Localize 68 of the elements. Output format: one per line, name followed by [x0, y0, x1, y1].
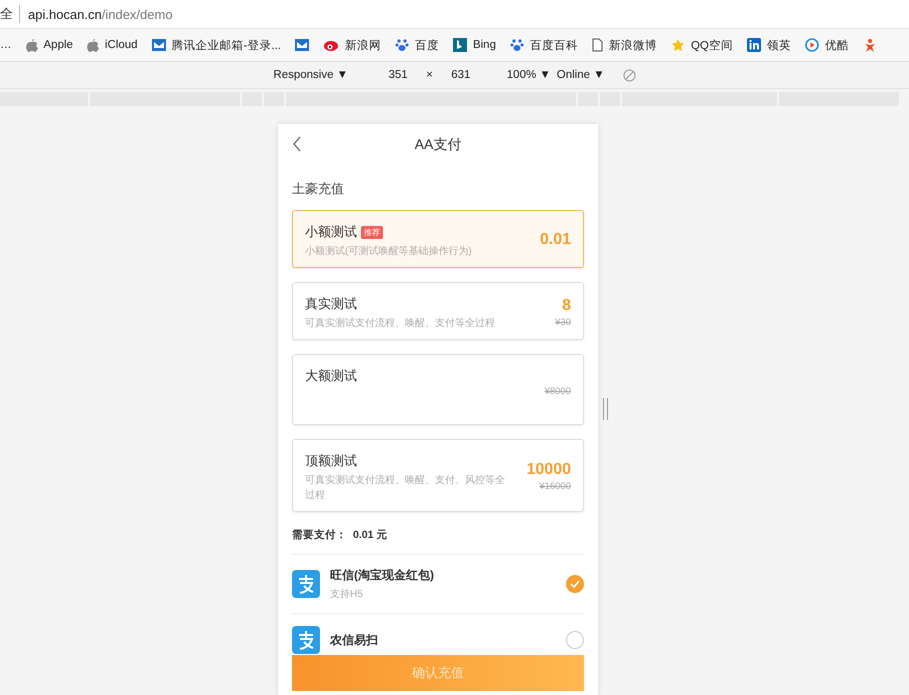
address-prefix: 全	[0, 5, 20, 23]
bookmark[interactable]: 腾讯企业邮箱-登录...	[152, 38, 281, 52]
payment-method-name: 旺信(淘宝现金红包)	[330, 567, 435, 584]
plan-description: 可真实测试支付流程、唤醒、支付等全过程	[305, 316, 495, 331]
plan-description: 可真实测试支付流程、唤醒、支付、风控等全过程	[305, 474, 506, 503]
original-price: ¥16000	[539, 481, 571, 492]
mail-icon	[152, 39, 166, 51]
radio-button[interactable]	[566, 575, 584, 593]
bookmark[interactable]	[862, 38, 877, 52]
bookmark[interactable]: 新浪微博	[592, 38, 657, 52]
plan-card[interactable]: 顶额测试 可真实测试支付流程、唤醒、支付、风控等全过程 10000 ¥16000	[292, 439, 584, 512]
plan-price: 8	[562, 296, 571, 314]
plan-name: 顶额测试	[305, 452, 357, 470]
plan-card[interactable]: 大额测试 ¥8000	[292, 354, 584, 425]
radio-button[interactable]	[566, 631, 584, 649]
document-icon	[592, 38, 603, 52]
payment-logo-icon	[292, 570, 320, 598]
bookmark[interactable]	[294, 39, 309, 51]
eye-icon	[322, 38, 339, 52]
recommend-badge: 推荐	[361, 226, 383, 238]
times-sign: ×	[426, 69, 433, 81]
payment-logo-icon	[292, 626, 320, 654]
total-amount: 0.01 元	[353, 528, 388, 542]
total-label: 需要支付：	[292, 528, 347, 542]
plan-price: 10000	[526, 461, 571, 479]
payment-method-name: 农信易扫	[330, 632, 379, 648]
bookmark[interactable]: iCloud	[86, 38, 138, 52]
plan-card[interactable]: 小额测试 推荐 小额测试(可测试唤醒等基础操作行为) 0.01	[292, 210, 584, 268]
resize-handle[interactable]	[603, 398, 608, 420]
plan-description: 小额测试(可测试唤醒等基础操作行为)	[305, 244, 472, 259]
section-title: 土豪充值	[291, 180, 345, 196]
width-field[interactable]: 351	[376, 69, 420, 81]
bookmark[interactable]: 优酷	[804, 38, 849, 52]
check-icon	[570, 580, 580, 588]
network-dropdown[interactable]: Online ▼	[556, 69, 605, 81]
paw-icon	[510, 38, 524, 52]
bookmark[interactable]: 领英	[746, 38, 791, 52]
mail-icon	[294, 39, 309, 51]
person-icon	[862, 38, 877, 52]
bookmark[interactable]: 百度百科	[510, 38, 578, 52]
page-title: AA支付	[414, 136, 462, 154]
plan-name: 大额测试	[305, 367, 357, 385]
bookmark[interactable]: QQ空间	[670, 38, 733, 52]
zoom-dropdown[interactable]: 100% ▼	[506, 69, 551, 81]
linkedin-icon	[746, 38, 761, 52]
apple-icon	[86, 38, 99, 52]
plan-card[interactable]: 真实测试 可真实测试支付流程、唤醒、支付等全过程 8 ¥30	[292, 282, 584, 340]
plan-name: 真实测试	[305, 295, 357, 313]
bookmark[interactable]: Bing	[452, 38, 496, 52]
plan-name: 小额测试	[305, 223, 357, 241]
bookmark[interactable]: …	[0, 39, 12, 51]
back-icon[interactable]	[292, 136, 302, 152]
star-icon	[670, 38, 685, 52]
address-bar[interactable]: 全 api.hocan.cn/index/demo	[0, 0, 909, 29]
payment-method-note: 支持H5	[330, 588, 364, 601]
paw-icon	[394, 38, 409, 52]
bookmark[interactable]: Apple	[26, 38, 73, 52]
url-text: api.hocan.cn/index/demo	[28, 6, 173, 22]
original-price: ¥8000	[544, 386, 571, 397]
bing-icon	[452, 38, 467, 52]
play-icon	[804, 38, 819, 52]
height-field[interactable]: 631	[438, 69, 483, 81]
plan-price: 0.01	[540, 231, 571, 249]
bookmark[interactable]: 百度	[394, 38, 439, 52]
apple-icon	[26, 38, 38, 52]
original-price: ¥30	[555, 316, 571, 328]
device-dropdown[interactable]: Responsive ▼	[273, 69, 348, 81]
bookmark[interactable]: 新浪网	[322, 38, 381, 52]
